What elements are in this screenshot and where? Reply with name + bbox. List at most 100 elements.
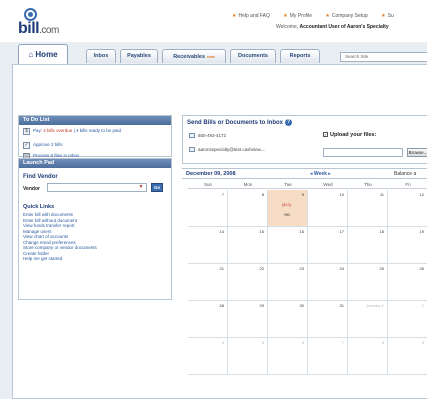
calendar-day-number: 17 <box>339 229 344 234</box>
upload-label: ✓ Upload your files: <box>323 132 377 138</box>
tab-home[interactable]: ⌂ Home <box>18 44 68 64</box>
tab-payables[interactable]: Payables <box>120 49 158 63</box>
calendar-day-number: 7 <box>341 340 344 345</box>
calendar-day-number: 8 <box>381 340 384 345</box>
calendar-day-number: 29 <box>259 303 264 308</box>
calendar-day-number: 16 <box>299 229 304 234</box>
calendar-day-cell[interactable]: 26 <box>388 264 427 301</box>
calendar-day-number: 22 <box>259 266 264 271</box>
calendar-day-cell[interactable]: 14 <box>188 227 228 264</box>
calendar-day-cell[interactable]: 8 <box>348 338 388 375</box>
calendar-day-number: 10 <box>339 192 344 197</box>
checkbox-icon: ✓ <box>323 132 328 138</box>
logo-suffix: .com <box>39 25 59 36</box>
calendar-day-cell[interactable]: 5 <box>228 338 268 375</box>
calendar-day-cell[interactable]: 9 ($10) +$0 <box>268 190 308 227</box>
welcome-user: Accountant User of Aaron's Specialty <box>299 24 389 30</box>
tab-receivables[interactable]: Receivables new <box>162 49 226 63</box>
calendar-day-number: 25 <box>379 266 384 271</box>
day-header: Wed <box>308 180 348 189</box>
week-nav[interactable]: ◂ Week ▸ <box>310 171 331 177</box>
calendar-due-amount[interactable]: ($10) <box>268 202 305 207</box>
calendar-day-cell[interactable]: 16 <box>268 227 308 264</box>
calendar-day-cell[interactable]: 22 <box>228 264 268 301</box>
calendar-day-number: 23 <box>299 266 304 271</box>
calendar-day-number: 30 <box>299 303 304 308</box>
email-icon <box>189 147 195 153</box>
calendar-day-cell[interactable]: 15 <box>228 227 268 264</box>
calendar-day-number: 4 <box>221 340 224 345</box>
calendar-day-cell[interactable]: 29 <box>228 301 268 338</box>
vendor-row: Vendor ▼ Go <box>19 183 171 195</box>
day-header: Mon <box>228 180 268 189</box>
calendar-day-cell[interactable]: 28 <box>188 301 228 338</box>
calendar-day-number: 11 <box>379 192 384 197</box>
calendar-day-cell[interactable]: 31 <box>308 301 348 338</box>
day-header: Thu <box>348 180 388 189</box>
calendar-day-cell[interactable]: January 1 <box>348 301 388 338</box>
welcome-text: Welcome, Accountant User of Aaron's Spec… <box>276 24 389 30</box>
calendar-day-cell[interactable]: 8 <box>228 190 268 227</box>
top-link-profile[interactable]: My Profile <box>290 13 312 19</box>
calendar-day-number: 12 <box>419 192 424 197</box>
new-badge: new <box>207 54 215 59</box>
day-header: Fri <box>388 180 427 189</box>
todo-box: To Do List $ Pay: 4 bills overdue | 4 bi… <box>18 115 172 160</box>
calendar-day-number: 2 <box>421 303 424 308</box>
top-link-su[interactable]: Su <box>388 13 394 19</box>
todo-item-approve[interactable]: ✓ Approve 2 bills <box>19 142 171 150</box>
calendar-day-cell[interactable]: 7 <box>188 190 228 227</box>
fax-icon <box>189 133 195 139</box>
star-icon: ★ <box>232 13 237 19</box>
calendar-day-cell[interactable]: 12 <box>388 190 427 227</box>
calendar-day-number: 6 <box>301 340 304 345</box>
file-input[interactable] <box>323 148 403 157</box>
chevron-right-icon[interactable]: ▸ <box>327 171 331 177</box>
calendar-day-cell[interactable]: 10 <box>308 190 348 227</box>
calendar-day-cell[interactable]: 11 <box>348 190 388 227</box>
find-vendor-title: Find Vendor <box>23 174 58 180</box>
day-header: Sun <box>188 180 228 189</box>
header: bill.com ★ Help and FAQ ★ My Profile ★ Comp… <box>0 0 427 42</box>
top-link-company-setup[interactable]: Company Setup <box>332 13 368 19</box>
calendar-day-number: 31 <box>339 303 344 308</box>
todo-item-pay[interactable]: $ Pay: 4 bills overdue | 4 bills ready t… <box>19 128 171 139</box>
todo-title: To Do List <box>19 116 171 125</box>
browse-button[interactable]: Browse... <box>407 148 427 157</box>
calendar-day-cell[interactable]: 21 <box>188 264 228 301</box>
calendar-day-number: 18 <box>379 229 384 234</box>
calendar-day-cell[interactable]: 23 <box>268 264 308 301</box>
top-link-help[interactable]: Help and FAQ <box>238 13 269 19</box>
calendar-day-cell[interactable]: 6 <box>268 338 308 375</box>
calendar-received-amount[interactable]: +$0 <box>268 212 305 217</box>
star-icon: ★ <box>381 13 386 19</box>
top-links: ★ Help and FAQ ★ My Profile ★ Company Setup… <box>232 13 406 19</box>
calendar-day-cell[interactable]: 17 <box>308 227 348 264</box>
calendar-day-number: 14 <box>219 229 224 234</box>
quick-link-help-get-started[interactable]: Help me get started <box>23 256 171 262</box>
calendar-day-cell[interactable]: 2 <box>388 301 427 338</box>
calendar-day-cell[interactable]: 25 <box>348 264 388 301</box>
calendar-date: December 09, 2008 <box>186 171 236 177</box>
star-icon: ★ <box>325 13 330 19</box>
tab-reports[interactable]: Reports <box>280 49 320 63</box>
vendor-select[interactable]: ▼ <box>47 183 147 192</box>
calendar-day-cell[interactable]: 4 <box>188 338 228 375</box>
tab-inbox[interactable]: Inbox <box>86 49 116 63</box>
calendar-day-number: January 1 <box>366 303 384 308</box>
calendar-day-number: 15 <box>259 229 264 234</box>
help-icon[interactable]: ? <box>285 119 293 126</box>
tab-documents[interactable]: Documents <box>230 49 276 63</box>
search-input[interactable]: Search Site <box>340 52 427 62</box>
calendar-day-cell[interactable]: 24 <box>308 264 348 301</box>
calendar-toolbar: December 09, 2008 ◂ Week ▸ Balance a <box>182 168 427 179</box>
calendar-day-cell[interactable]: 7 <box>308 338 348 375</box>
calendar-day-cell[interactable]: 19 <box>388 227 427 264</box>
day-header: Tue <box>268 180 308 189</box>
approve-icon: ✓ <box>23 142 30 149</box>
calendar-day-cell[interactable]: 18 <box>348 227 388 264</box>
vendor-label: Vendor <box>23 186 40 192</box>
go-button[interactable]: Go <box>151 183 163 192</box>
calendar-day-cell[interactable]: 30 <box>268 301 308 338</box>
calendar-day-cell[interactable]: 9 <box>388 338 427 375</box>
